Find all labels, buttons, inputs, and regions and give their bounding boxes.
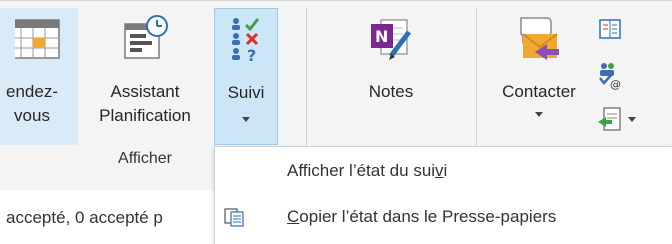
- menu-item-label: Copier l’état dans le Presse-papiers: [287, 207, 557, 226]
- suivi-dropdown-menu: Afficher l’état du suivi Copier l’état d…: [214, 146, 672, 244]
- contacter-button[interactable]: Contacter: [490, 8, 588, 145]
- rendez-vous-button[interactable]: endez- vous: [0, 8, 78, 145]
- group-label-afficher: Afficher: [118, 150, 172, 167]
- menu-item-afficher-etat-suivi[interactable]: Afficher l’état du suivi: [215, 151, 672, 191]
- chevron-down-icon: [242, 117, 250, 122]
- calendar-grid-icon: [8, 14, 63, 62]
- suivi-label: Suivi: [227, 83, 265, 102]
- suivi-button[interactable]: ? Suivi: [214, 8, 278, 145]
- svg-text:?: ?: [247, 46, 256, 63]
- assistant-planification-button[interactable]: Assistant Planification: [80, 8, 210, 145]
- assistant-planification-label: Assistant Planification: [99, 82, 191, 125]
- onenote-icon: N: [367, 14, 415, 62]
- svg-text:N: N: [375, 27, 388, 46]
- contact-form-dropdown-icon[interactable]: [596, 104, 640, 134]
- notes-button[interactable]: N Notes: [346, 8, 436, 145]
- check-names-icon[interactable]: @: [596, 60, 624, 91]
- address-book-icon[interactable]: [596, 16, 624, 44]
- scheduling-assistant-icon: [121, 14, 169, 62]
- rendez-vous-label: endez- vous: [6, 82, 58, 125]
- chevron-down-icon: [535, 112, 543, 117]
- copy-icon: [223, 207, 245, 227]
- tracking-status-text: accepté, 0 accepté p: [6, 208, 163, 227]
- notes-label: Notes: [368, 82, 414, 101]
- contacter-label: Contacter: [502, 82, 576, 101]
- ribbon-top-border: [0, 0, 672, 1]
- svg-text:@: @: [610, 78, 621, 90]
- tracking-icon: ?: [222, 15, 270, 65]
- contact-envelope-icon: [515, 14, 563, 62]
- menu-item-label: Afficher l’état du suivi: [287, 161, 448, 180]
- menu-item-copier-etat[interactable]: Copier l’état dans le Presse-papiers: [215, 197, 672, 237]
